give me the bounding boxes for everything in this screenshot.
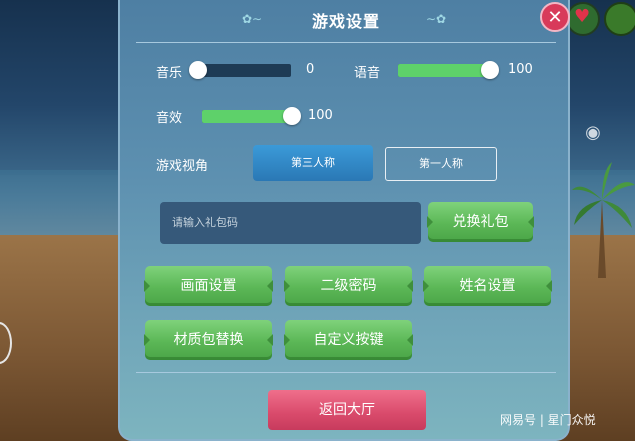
voice-label: 语音	[354, 66, 381, 81]
voice-slider[interactable]	[398, 61, 499, 79]
title-divider	[136, 42, 556, 43]
secondary-password-button[interactable]: 二级密码	[284, 266, 413, 306]
sfx-label: 音效	[156, 111, 183, 126]
redeem-gift-button[interactable]: 兑换礼包	[427, 202, 534, 242]
sfx-slider-knob[interactable]	[283, 107, 301, 125]
graphics-settings-button[interactable]: 画面设置	[144, 266, 273, 306]
palm-tree-icon	[572, 162, 635, 278]
panel-title: 游戏设置	[311, 12, 380, 31]
eye-icon[interactable]: ◉	[580, 122, 606, 144]
view-option-first-person[interactable]: 第一人称	[385, 147, 497, 181]
gift-code-input[interactable]: 请输入礼包码	[160, 202, 421, 244]
return-lobby-button[interactable]: 返回大厅	[268, 390, 426, 430]
watermark-text: 网易号 | 星门众悦	[500, 413, 596, 427]
voice-slider-fill	[398, 64, 490, 77]
texture-pack-button[interactable]: 材质包替换	[144, 320, 273, 360]
music-slider-knob[interactable]	[189, 61, 207, 79]
voice-slider-knob[interactable]	[481, 61, 499, 79]
voice-value: 100	[508, 62, 533, 77]
sfx-slider-fill	[202, 110, 292, 123]
shop-icon[interactable]	[604, 2, 635, 36]
music-label: 音乐	[156, 66, 183, 81]
music-slider[interactable]	[189, 61, 291, 79]
close-button[interactable]: ✕	[540, 2, 570, 32]
title-ornament-right-icon: ∼✿	[426, 12, 447, 26]
sfx-slider[interactable]	[202, 107, 301, 125]
view-label: 游戏视角	[156, 159, 209, 174]
custom-keys-button[interactable]: 自定义按键	[284, 320, 413, 360]
sfx-value: 100	[308, 108, 333, 123]
game-settings-panel: ✿∼ 游戏设置 ∼✿ ✕ 音乐 0 语音 100 音效 100 游戏视角 第三人…	[118, 0, 570, 441]
name-settings-button[interactable]: 姓名设置	[423, 266, 552, 306]
view-option-third-person[interactable]: 第三人称	[253, 145, 373, 181]
bottom-divider	[136, 372, 556, 373]
music-value: 0	[306, 62, 315, 77]
